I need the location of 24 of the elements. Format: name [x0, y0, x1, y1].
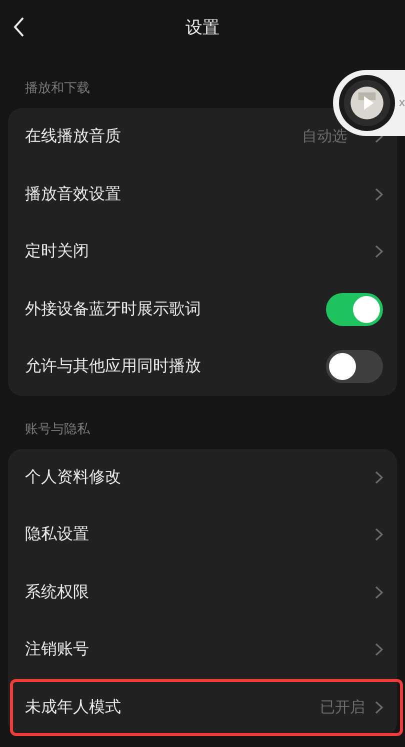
setting-label: 定时关闭 [25, 241, 90, 262]
page-title: 设置 [186, 17, 220, 39]
setting-label: 未成年人模式 [25, 696, 122, 718]
settings-row[interactable]: 允许与其他应用同时播放 [8, 338, 397, 396]
settings-row[interactable]: 个人资料修改 [8, 448, 397, 506]
setting-label: 在线播放音质 [25, 126, 122, 148]
settings-row[interactable]: 系统权限 [8, 564, 397, 621]
section-title: 账号与隐私 [25, 420, 90, 438]
setting-label: 外接设备蓝牙时展示歌词 [25, 298, 202, 320]
setting-label: 播放音效设置 [25, 184, 122, 205]
setting-label: 注销账号 [25, 639, 90, 660]
setting-value: 已开启 [320, 698, 365, 717]
section-title: 播放和下载 [25, 80, 90, 97]
settings-row[interactable]: 隐私设置 [8, 506, 397, 564]
setting-label: 系统权限 [25, 582, 90, 603]
setting-label: 个人资料修改 [25, 466, 122, 488]
highlighted-settings-row[interactable]: 未成年人模式 已开启 [10, 678, 403, 736]
setting-label: 隐私设置 [25, 524, 90, 546]
setting-label: 允许与其他应用同时播放 [25, 356, 202, 378]
settings-row[interactable]: 播放音效设置 [8, 166, 397, 223]
settings-row[interactable]: 注销账号 [8, 621, 397, 678]
settings-row[interactable]: 外接设备蓝牙时展示歌词 [8, 280, 397, 338]
setting-value: 自动选 [302, 127, 347, 146]
settings-row[interactable]: 定时关闭 [8, 223, 397, 280]
